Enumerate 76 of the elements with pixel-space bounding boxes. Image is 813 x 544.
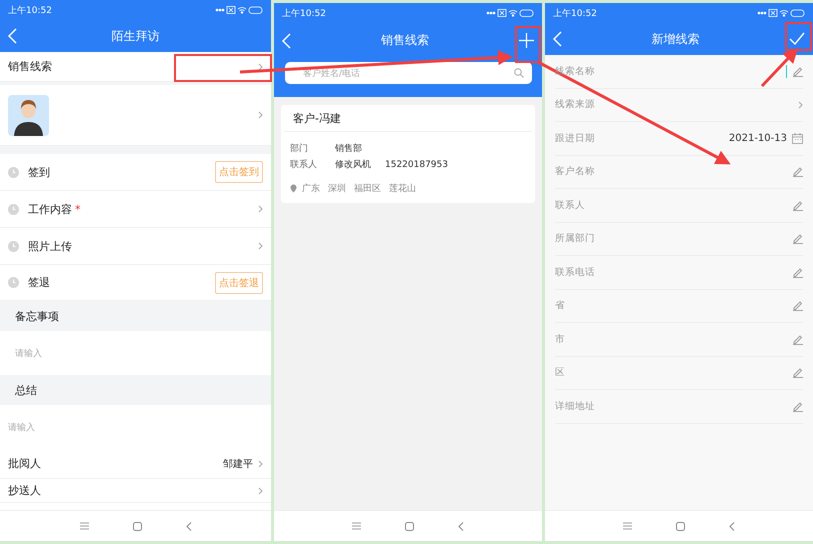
address-part: 深圳	[328, 182, 346, 195]
form-row[interactable]: 详细地址	[555, 390, 803, 424]
status-time: 上午10:52	[553, 8, 597, 20]
field-value: 15220187953	[385, 160, 448, 170]
chevron-right-icon	[258, 111, 263, 119]
pencil-icon	[792, 200, 803, 211]
screen-title: 新增线索	[652, 30, 700, 48]
clock-icon	[8, 277, 19, 288]
menu-icon[interactable]	[80, 522, 88, 530]
status-icons	[215, 5, 263, 15]
chevron-right-icon	[258, 62, 263, 70]
status-time: 上午10:52	[8, 4, 52, 16]
pencil-icon	[792, 233, 803, 244]
checkin-button[interactable]: 点击签退	[215, 272, 263, 294]
pencil-icon	[792, 266, 803, 278]
address-part: 福田区	[354, 182, 381, 195]
form-row[interactable]: 所属部门	[555, 222, 803, 256]
chevron-right-icon	[258, 486, 263, 494]
clock-icon	[8, 204, 19, 214]
status-icons	[486, 8, 534, 18]
section-title: 备忘事项	[15, 308, 59, 324]
form-row[interactable]: 跟进日期 2021-10-13	[555, 122, 803, 156]
screen-title: 销售线索	[381, 32, 429, 49]
back-icon[interactable]	[729, 522, 735, 530]
plus-icon[interactable]	[519, 33, 534, 48]
status-time: 上午10:52	[282, 8, 326, 20]
search-icon	[514, 68, 524, 78]
home-square-icon[interactable]	[132, 522, 142, 530]
form-row[interactable]: 省	[555, 290, 803, 323]
status-icons	[757, 8, 805, 18]
address-part: 广东	[302, 182, 320, 195]
location-pin-icon	[290, 184, 297, 193]
check-icon[interactable]	[789, 32, 805, 46]
pencil-icon	[792, 334, 803, 345]
address-part: 莲花山	[389, 182, 416, 195]
chevron-right-icon	[258, 460, 263, 468]
required-marker: *	[75, 202, 80, 216]
annotation-box	[785, 22, 812, 51]
back-icon[interactable]	[186, 522, 192, 530]
field-value: 销售部	[335, 142, 362, 155]
home-square-icon[interactable]	[405, 522, 414, 530]
annotation-arrow	[760, 48, 798, 88]
pencil-icon	[792, 367, 803, 378]
pencil-icon	[792, 166, 803, 178]
card-title: 客户-冯建	[293, 110, 341, 126]
person-name: 邹建平	[223, 458, 253, 470]
field-label: 联系人	[290, 158, 318, 171]
avatar-silhouette	[8, 94, 49, 136]
form-row[interactable]: 联系电话	[555, 256, 803, 290]
form-row[interactable]: 联系人	[555, 189, 803, 222]
screen-title: 陌生拜访	[112, 28, 160, 44]
date-value: 2021-10-13	[728, 132, 787, 144]
form-row[interactable]: 线索来源	[555, 88, 803, 122]
checkin-button[interactable]: 点击签到	[215, 161, 263, 183]
form-row[interactable]: 客户名称	[555, 156, 803, 189]
clock-icon	[8, 166, 19, 178]
form-row[interactable]: 市	[555, 323, 803, 356]
pencil-icon	[792, 400, 803, 412]
chevron-right-icon	[798, 100, 803, 109]
calendar-icon	[792, 132, 803, 144]
chevron-right-icon	[258, 205, 263, 213]
pencil-icon	[792, 300, 803, 312]
menu-icon[interactable]	[623, 522, 632, 530]
home-square-icon[interactable]	[676, 522, 685, 530]
back-icon[interactable]	[458, 522, 464, 530]
lead-card[interactable]: 客户-冯建 部门 销售部 联系人 修改风机 15220187953 广东 深圳 福田区 莲花山	[281, 105, 535, 203]
menu-icon[interactable]	[352, 522, 361, 530]
section-title: 总结	[15, 382, 37, 398]
search-field[interactable]: 客户姓名/电话	[285, 62, 532, 84]
chevron-right-icon	[258, 242, 263, 250]
field-value: 修改风机	[335, 158, 371, 171]
clock-icon	[8, 240, 19, 252]
annotation-box	[515, 26, 541, 63]
field-label: 部门	[290, 142, 309, 155]
form-row[interactable]: 区	[555, 356, 803, 390]
pencil-icon	[792, 66, 803, 77]
